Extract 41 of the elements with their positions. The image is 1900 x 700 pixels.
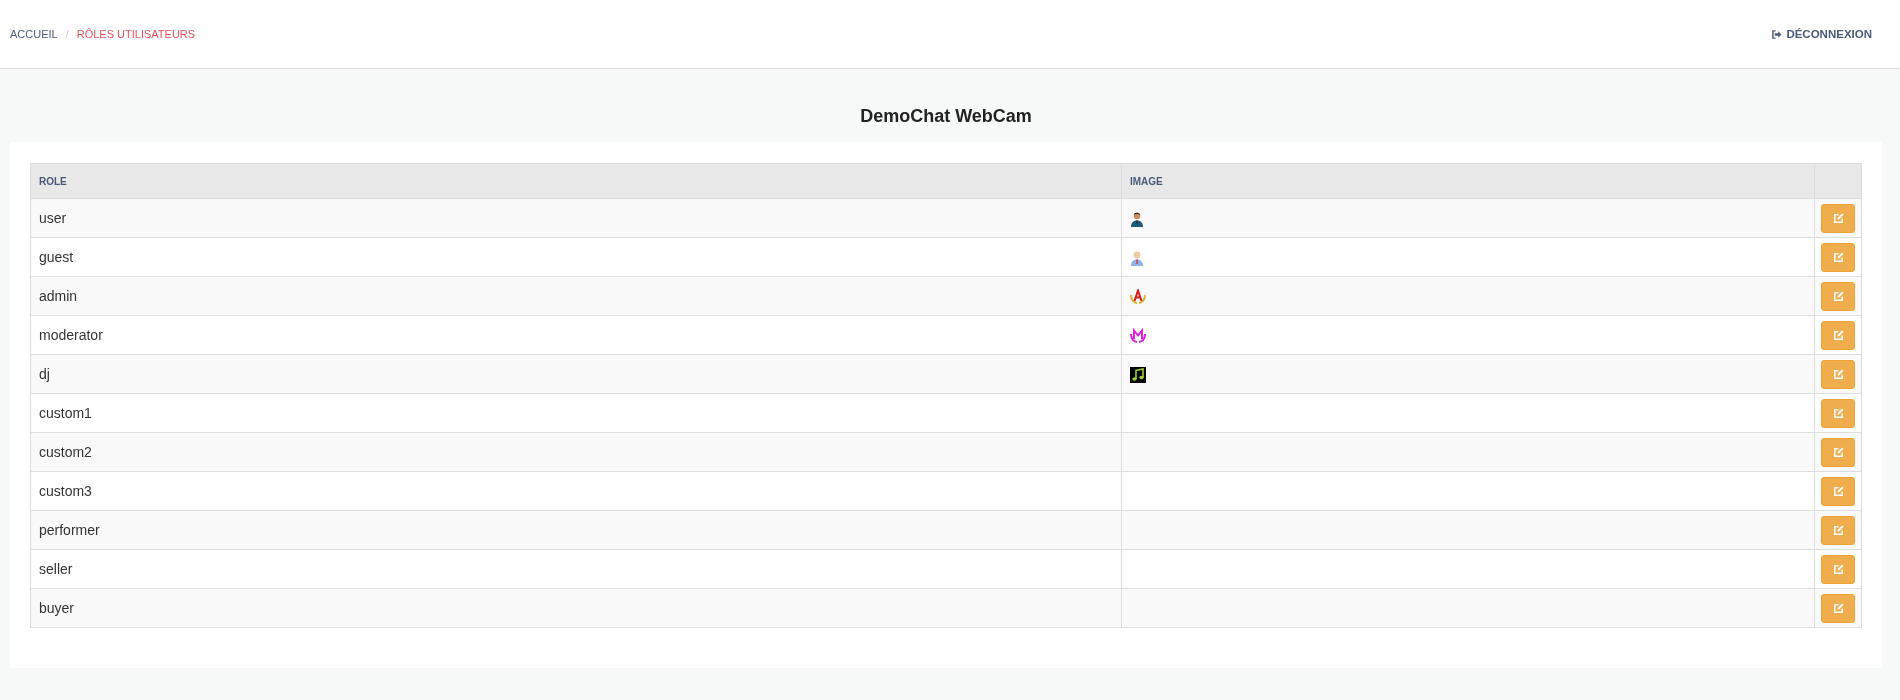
role-cell: custom1 — [30, 393, 1122, 433]
edit-icon — [1832, 290, 1844, 302]
edit-icon — [1832, 602, 1844, 614]
edit-button[interactable] — [1821, 593, 1855, 623]
edit-icon — [1832, 485, 1844, 497]
edit-icon — [1832, 524, 1844, 536]
edit-icon — [1832, 446, 1844, 458]
edit-icon — [1832, 563, 1844, 575]
edit-button[interactable] — [1821, 398, 1855, 428]
edit-button[interactable] — [1821, 203, 1855, 233]
role-cell: buyer — [30, 588, 1122, 628]
edit-button[interactable] — [1821, 515, 1855, 545]
column-header: IMAGE — [1121, 163, 1815, 199]
edit-button[interactable] — [1821, 437, 1855, 467]
edit-icon — [1832, 329, 1844, 341]
edit-button[interactable] — [1821, 359, 1855, 389]
breadcrumb-link[interactable]: ACCUEIL — [10, 28, 58, 40]
column-header: ROLE — [30, 163, 1122, 199]
edit-icon — [1832, 212, 1844, 224]
edit-button[interactable] — [1821, 554, 1855, 584]
logout-link[interactable]: DÉCONNEXION — [1771, 28, 1872, 40]
role-cell: dj — [30, 354, 1122, 394]
edit-icon — [1832, 368, 1844, 380]
edit-icon — [1832, 251, 1844, 263]
logout-icon — [1771, 29, 1783, 39]
breadcrumb-separator: / — [65, 28, 69, 40]
role-cell: custom3 — [30, 471, 1122, 511]
role-cell: guest — [30, 237, 1122, 277]
role-cell: admin — [30, 276, 1122, 316]
role-cell: custom2 — [30, 432, 1122, 472]
breadcrumb-link[interactable]: RÔLES UTILISATEURS — [76, 28, 196, 40]
edit-button[interactable] — [1821, 242, 1855, 272]
edit-button[interactable] — [1821, 320, 1855, 350]
edit-button[interactable] — [1821, 476, 1855, 506]
edit-icon — [1832, 407, 1844, 419]
role-cell: performer — [30, 510, 1122, 550]
role-cell: user — [30, 198, 1122, 238]
role-cell: seller — [30, 549, 1122, 589]
role-cell: moderator — [30, 315, 1122, 355]
page-title: DemoChat WebCam — [859, 105, 1033, 128]
edit-button[interactable] — [1821, 281, 1855, 311]
